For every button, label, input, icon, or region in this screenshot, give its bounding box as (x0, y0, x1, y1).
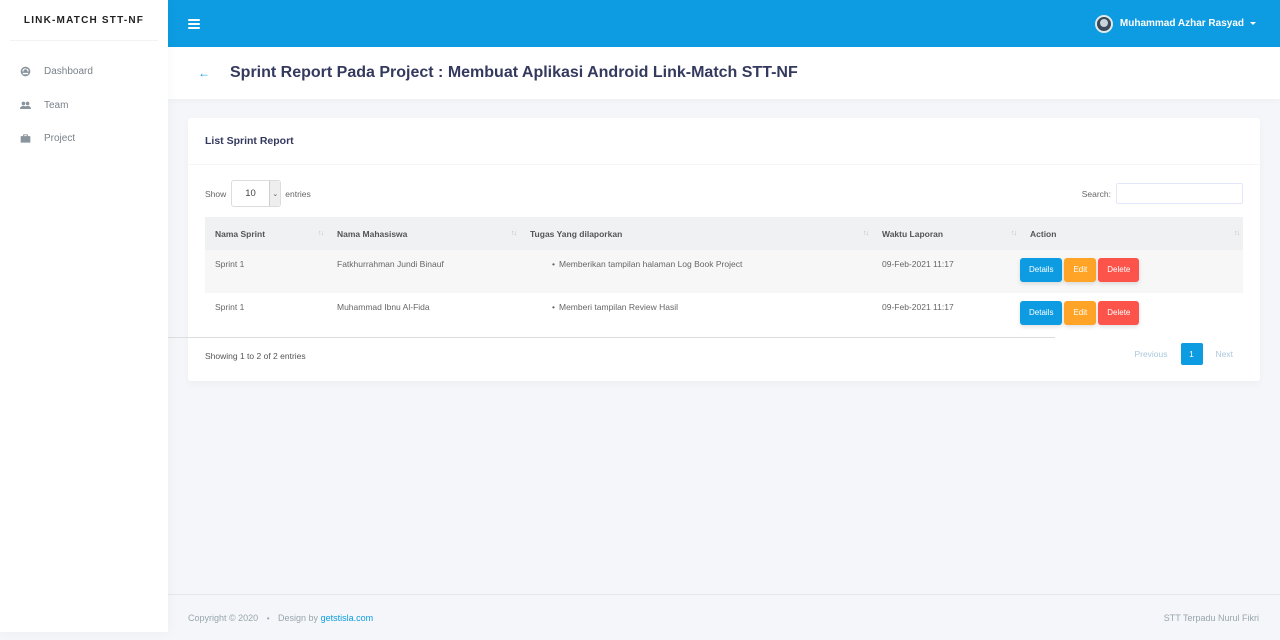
topbar: Muhammad Azhar Rasyad (168, 0, 1280, 47)
sidebar-item-label: Dashboard (44, 66, 93, 78)
column-header-action[interactable]: Action ↑↓ (1020, 217, 1243, 250)
sidebar-item-label: Project (44, 133, 76, 145)
sidebar-item-label: Team (44, 99, 69, 111)
back-arrow-icon[interactable]: ← (198, 67, 210, 79)
table-row: Sprint 1 Muhammad Ibnu Al-Fida Memberi t… (205, 293, 1243, 336)
sprint-report-table: Nama Sprint ↑↓ Nama Mahasiswa ↑↓ Tugas Yan… (205, 217, 1243, 336)
sprint-report-card: List Sprint Report Show 10 ⌄ entries Sea… (188, 118, 1260, 381)
cell-waktu: 09-Feb-2021 11:17 (882, 302, 954, 312)
avatar (1094, 14, 1113, 33)
sidebar-item-dashboard[interactable]: Dashboard (0, 55, 168, 89)
pagination: Previous 1 Next (1127, 343, 1240, 365)
menu-toggle-icon[interactable] (188, 18, 200, 29)
sidebar: LINK-MATCH STT-NF Dashboard Team Project (0, 0, 168, 632)
sort-icon: ↑↓ (1234, 230, 1240, 237)
sidebar-menu: Dashboard Team Project (0, 55, 168, 156)
entries-select[interactable]: 10 ⌄ (231, 180, 282, 207)
footer-left: Copyright © 2020 • Design by getstisla.c… (188, 613, 373, 623)
design-link[interactable]: getstisla.com (321, 613, 374, 623)
cell-sprint: Sprint 1 (215, 302, 245, 312)
table-row: Sprint 1 Fatkhurrahman Jundi Binauf Memb… (205, 250, 1243, 293)
table-info: Showing 1 to 2 of 2 entries (205, 351, 306, 361)
footer: Copyright © 2020 • Design by getstisla.c… (168, 594, 1280, 640)
search-label: Search: (1081, 188, 1111, 199)
sidebar-item-project[interactable]: Project (0, 122, 168, 156)
footer-right: STT Terpadu Nurul Fikri (1163, 612, 1259, 623)
cell-actions: Details Edit Delete (1020, 250, 1243, 293)
task-item: Memberikan tampilan halaman Log Book Pro… (552, 259, 872, 269)
search-box: Search: (1082, 183, 1243, 204)
users-icon (19, 99, 31, 111)
edit-button[interactable]: Edit (1064, 258, 1097, 282)
table-header-row: Nama Sprint ↑↓ Nama Mahasiswa ↑↓ Tugas Yan… (205, 217, 1243, 250)
cell-actions: Details Edit Delete (1020, 293, 1243, 336)
sort-icon: ↑↓ (1011, 230, 1017, 237)
column-header-waktu[interactable]: Waktu Laporan ↑↓ (872, 217, 1020, 250)
task-item: Memberi tampilan Review Hasil (552, 302, 872, 312)
copyright-text: Copyright © 2020 (188, 612, 259, 623)
cell-tugas: Memberikan tampilan halaman Log Book Pro… (520, 250, 872, 293)
dashboard-icon (19, 66, 31, 78)
cell-waktu: 09-Feb-2021 11:17 (882, 259, 954, 269)
sidebar-item-team[interactable]: Team (0, 89, 168, 123)
entries-value: 10 (245, 188, 256, 199)
card-title: List Sprint Report (188, 118, 1260, 165)
table-divider (17, 337, 1055, 338)
separator-dot: • (266, 613, 270, 623)
details-button[interactable]: Details (1020, 258, 1063, 282)
sort-icon: ↑↓ (318, 230, 324, 237)
column-header-nama-sprint[interactable]: Nama Sprint ↑↓ (205, 217, 327, 250)
chevron-down-icon: ⌄ (269, 181, 281, 206)
show-label: Show (205, 188, 227, 199)
cell-tugas: Memberi tampilan Review Hasil (520, 293, 872, 336)
page-1-button[interactable]: 1 (1180, 343, 1203, 365)
delete-button[interactable]: Delete (1098, 301, 1140, 325)
delete-button[interactable]: Delete (1098, 258, 1140, 282)
column-header-nama-mahasiswa[interactable]: Nama Mahasiswa ↑↓ (327, 217, 520, 250)
edit-button[interactable]: Edit (1064, 301, 1097, 325)
cell-mahasiswa: Muhammad Ibnu Al-Fida (337, 302, 430, 312)
briefcase-icon (19, 133, 31, 145)
previous-page-button[interactable]: Previous (1127, 343, 1174, 365)
sort-icon: ↑↓ (511, 230, 517, 237)
page-title: Sprint Report Pada Project : Membuat Apl… (230, 64, 798, 81)
table-controls: Show 10 ⌄ entries Search: (205, 180, 1243, 207)
cell-sprint: Sprint 1 (215, 259, 245, 269)
sort-icon: ↑↓ (863, 230, 869, 237)
entries-label: entries (285, 188, 311, 199)
caret-down-icon (1250, 22, 1256, 25)
next-page-button[interactable]: Next (1209, 343, 1240, 365)
entries-length: Show 10 ⌄ entries (205, 180, 311, 207)
cell-mahasiswa: Fatkhurrahman Jundi Binauf (337, 259, 444, 269)
brand-logo[interactable]: LINK-MATCH STT-NF (10, 0, 158, 41)
design-by-text: Design by (278, 612, 319, 623)
details-button[interactable]: Details (1020, 301, 1063, 325)
column-header-tugas[interactable]: Tugas Yang dilaporkan ↑↓ (520, 217, 872, 250)
user-name: Muhammad Azhar Rasyad (1119, 18, 1244, 29)
search-input[interactable] (1116, 183, 1243, 204)
section-header: ← Sprint Report Pada Project : Membuat A… (168, 47, 1280, 99)
user-menu[interactable]: Muhammad Azhar Rasyad (1094, 14, 1256, 33)
